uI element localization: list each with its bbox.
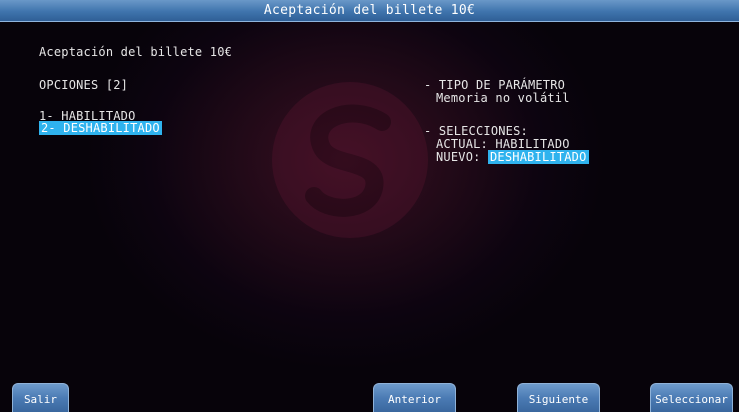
param-type-value: Memoria no volátil xyxy=(436,91,570,105)
window-title: Aceptación del billete 10€ xyxy=(0,0,739,22)
select-button[interactable]: Seleccionar xyxy=(650,383,733,412)
logo-watermark-icon xyxy=(272,82,428,238)
exit-button[interactable]: Salir xyxy=(12,383,69,412)
new-value-highlight: DESHABILITADO xyxy=(488,150,589,164)
options-label: OPCIONES [2] xyxy=(39,78,129,92)
new-selection: NUEVO: DESHABILITADO xyxy=(436,150,589,164)
screen: Aceptación del billete 10€ Aceptación de… xyxy=(0,0,739,412)
next-button[interactable]: Siguiente xyxy=(517,383,600,412)
previous-button[interactable]: Anterior xyxy=(373,383,456,412)
option-2-selected-highlight: 2- DESHABILITADO xyxy=(39,121,162,135)
page-heading: Aceptación del billete 10€ xyxy=(39,45,233,59)
option-2-deshabilitado[interactable]: 2- DESHABILITADO xyxy=(39,121,162,135)
new-label: NUEVO: xyxy=(436,150,481,164)
current-value: HABILITADO xyxy=(495,137,570,151)
current-label: ACTUAL: xyxy=(436,137,488,151)
